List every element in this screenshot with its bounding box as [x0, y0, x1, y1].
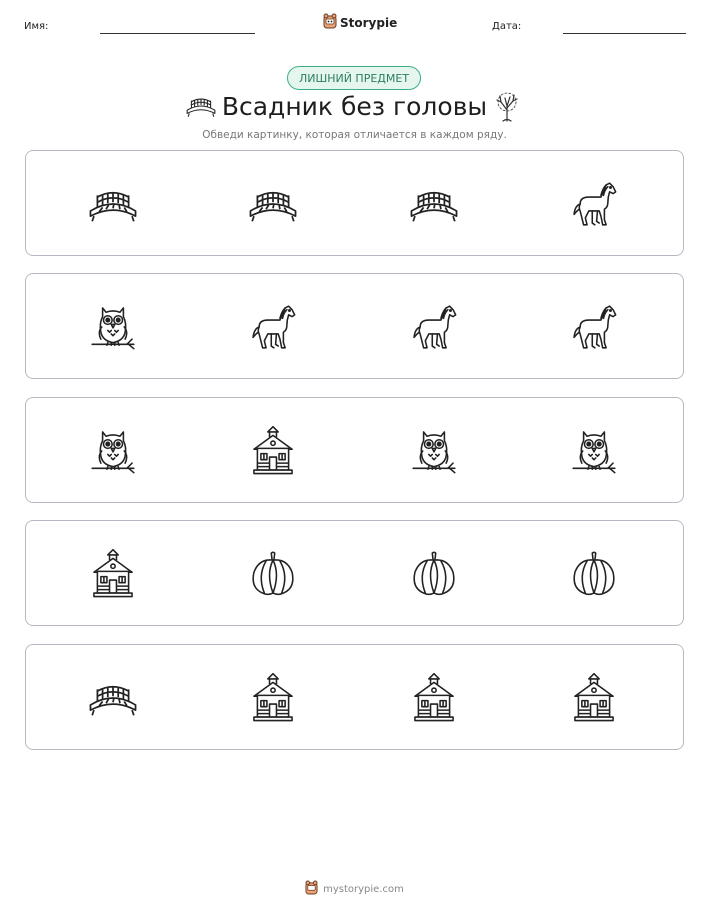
horse-icon[interactable]: [567, 300, 621, 354]
date-label: Дата:: [492, 21, 522, 32]
date-write-line: [563, 33, 686, 34]
bridge-icon[interactable]: [246, 177, 300, 231]
owl-icon[interactable]: [407, 424, 461, 478]
name-label: Имя:: [24, 21, 49, 32]
page-footer: mystorypie.com: [0, 880, 709, 898]
horse-icon[interactable]: [407, 300, 461, 354]
schoolhouse-icon[interactable]: [246, 671, 300, 725]
worksheet-type-badge: ЛИШНИЙ ПРЕДМЕТ: [287, 66, 421, 90]
storypie-mascot-icon: [305, 880, 318, 898]
schoolhouse-icon[interactable]: [246, 424, 300, 478]
pumpkin-icon[interactable]: [567, 547, 621, 601]
exercise-row: [25, 273, 684, 379]
exercise-row: [25, 520, 684, 626]
exercise-row: [25, 397, 684, 503]
brand-name: Storypie: [340, 16, 398, 30]
worksheet-header: Имя: Storypie Дата:: [0, 0, 709, 46]
storypie-mascot-icon: [323, 13, 337, 33]
horse-icon[interactable]: [567, 177, 621, 231]
pumpkin-icon[interactable]: [407, 547, 461, 601]
bridge-icon[interactable]: [86, 671, 140, 725]
page-title: Всадник без головы: [221, 92, 488, 121]
schoolhouse-icon[interactable]: [407, 671, 461, 725]
owl-icon[interactable]: [86, 300, 140, 354]
bridge-icon[interactable]: [407, 177, 461, 231]
footer-website: mystorypie.com: [323, 883, 404, 895]
exercise-row: [25, 150, 684, 256]
bridge-icon[interactable]: [86, 177, 140, 231]
owl-icon[interactable]: [567, 424, 621, 478]
instruction-text: Обведи картинку, которая отличается в ка…: [202, 129, 507, 141]
exercise-row: [25, 644, 684, 750]
tree-icon: [492, 92, 522, 126]
name-write-line: [100, 33, 255, 34]
owl-icon[interactable]: [86, 424, 140, 478]
brand-logo: Storypie: [323, 13, 397, 33]
schoolhouse-icon[interactable]: [86, 547, 140, 601]
schoolhouse-icon[interactable]: [567, 671, 621, 725]
horse-icon[interactable]: [246, 300, 300, 354]
pumpkin-icon[interactable]: [246, 547, 300, 601]
